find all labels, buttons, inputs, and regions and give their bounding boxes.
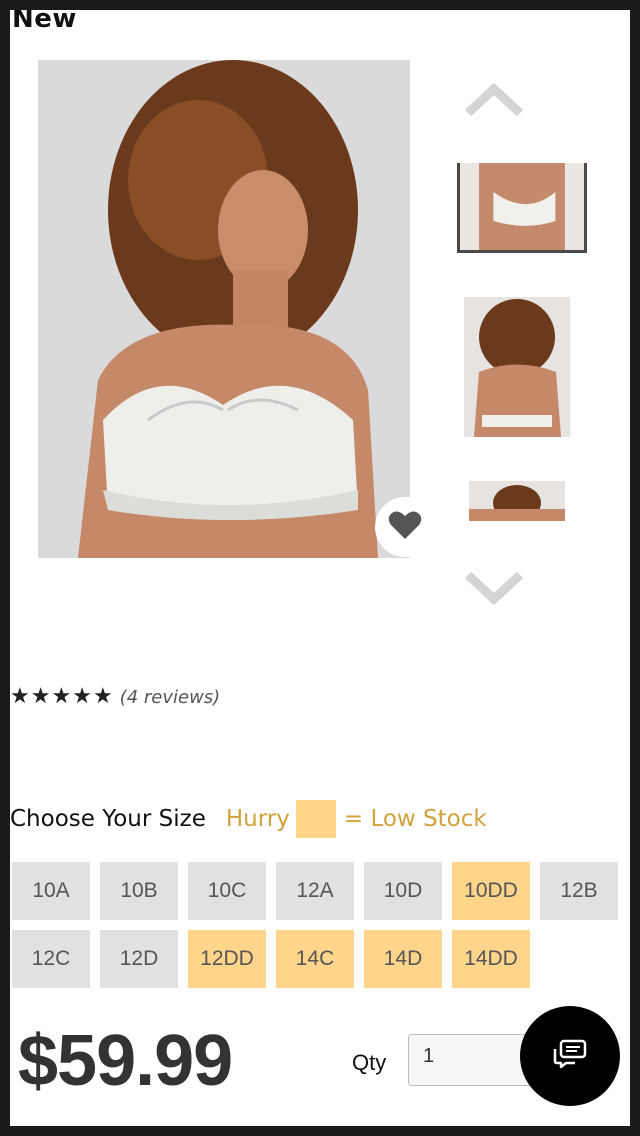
size-option[interactable]: 10D [364, 862, 442, 920]
size-option[interactable]: 12C [12, 930, 90, 988]
low-stock-swatch [295, 800, 336, 838]
chat-button[interactable] [520, 1006, 620, 1106]
review-count[interactable]: (4 reviews) [120, 687, 221, 708]
size-title: Choose Your Size [10, 806, 206, 832]
hurry-label: Hurry [225, 806, 290, 832]
reviews-summary[interactable]: ★ ★ ★ ★ ★ (4 reviews) [10, 686, 220, 708]
star-icon: ★ [72, 684, 92, 709]
thumbnails-down-button[interactable] [462, 570, 526, 610]
thumbnail-2[interactable] [464, 297, 570, 437]
chevron-up-icon [464, 82, 524, 121]
size-option[interactable]: 12A [276, 862, 354, 920]
size-option[interactable]: 12D [100, 930, 178, 988]
size-option-low-stock[interactable]: 14DD [452, 930, 530, 988]
thumbnail-image [464, 297, 570, 437]
star-rating: ★ ★ ★ ★ ★ [10, 686, 114, 708]
star-icon: ★ [10, 684, 30, 709]
thumbnail-image [469, 481, 565, 521]
size-option[interactable]: 12B [540, 862, 618, 920]
size-option[interactable]: 10A [12, 862, 90, 920]
main-product-image[interactable] [38, 60, 410, 558]
chevron-down-icon [464, 571, 524, 609]
thumbnails-up-button[interactable] [462, 82, 526, 122]
qty-input[interactable]: 1 [408, 1034, 538, 1086]
heart-icon [388, 510, 422, 544]
chat-icon [553, 1039, 587, 1073]
star-icon: ★ [92, 684, 113, 709]
new-badge: New [12, 10, 77, 34]
product-page: New ★ ★ ★ ★ ★ (4 reviews) Choose Your Si… [10, 10, 630, 1126]
size-option-low-stock[interactable]: 14D [364, 930, 442, 988]
size-option-low-stock[interactable]: 14C [276, 930, 354, 988]
low-stock-label: = Low Stock [343, 806, 487, 832]
size-option[interactable]: 10C [188, 862, 266, 920]
favorite-button[interactable] [375, 497, 435, 557]
size-option[interactable]: 10B [100, 862, 178, 920]
thumbnail-3[interactable] [469, 481, 565, 521]
thumbnail-1[interactable] [457, 163, 587, 253]
size-header: Choose Your Size Hurry = Low Stock [10, 800, 487, 838]
qty-label: Qty [352, 1050, 387, 1075]
product-photo [38, 60, 410, 558]
product-price: $59.99 [18, 1021, 233, 1101]
star-icon: ★ [51, 684, 72, 709]
thumbnail-image [460, 163, 584, 250]
star-icon: ★ [30, 684, 51, 709]
size-option-low-stock[interactable]: 10DD [452, 862, 530, 920]
size-option-low-stock[interactable]: 12DD [188, 930, 266, 988]
